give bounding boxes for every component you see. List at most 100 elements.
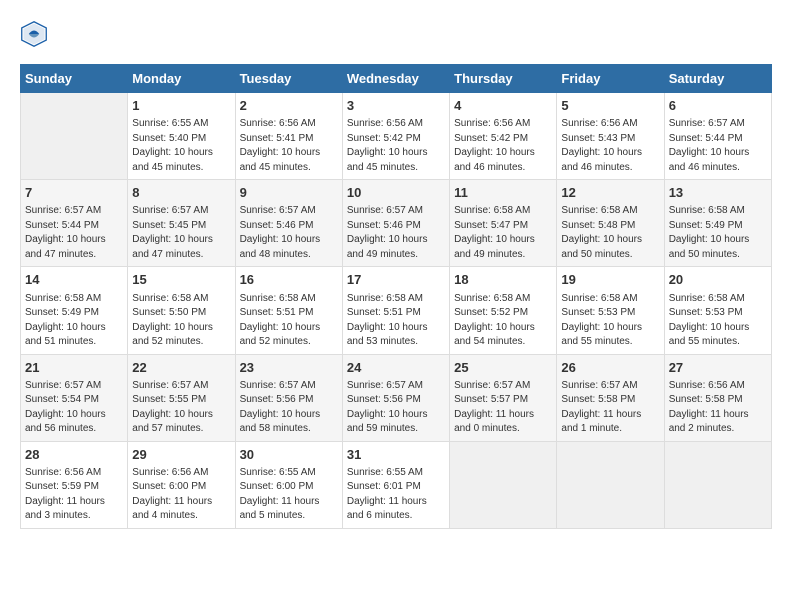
- day-info: Sunrise: 6:55 AM Sunset: 5:40 PM Dayligh…: [132, 117, 230, 175]
- calendar-cell: 21 Sunrise: 6:57 AM Sunset: 5:54 PM Dayli…: [21, 354, 128, 441]
- day-number: 11: [454, 184, 552, 202]
- calendar-cell: 6Sunrise: 6:57 AM Sunset: 5:44 PM Daylig…: [664, 93, 771, 180]
- day-number: 20: [669, 271, 767, 289]
- calendar-cell: 13 Sunrise: 6:58 AM Sunset: 5:49 PM Dayli…: [664, 180, 771, 267]
- calendar-cell: 15Sunrise: 6:58 AM Sunset: 5:50 PM Dayli…: [128, 267, 235, 354]
- day-info: Sunrise: 6:58 AM Sunset: 5:48 PM Dayligh…: [561, 204, 659, 262]
- day-info: Sunrise: 6:58 AM Sunset: 5:51 PM Dayligh…: [347, 292, 445, 350]
- calendar-cell: [21, 93, 128, 180]
- day-number: 25: [454, 359, 552, 377]
- calendar-week-1: 1 Sunrise: 6:55 AM Sunset: 5:40 PM Daylig…: [21, 93, 772, 180]
- day-number: 2: [240, 97, 338, 115]
- day-info: Sunrise: 6:57 AM Sunset: 5:44 PM Dayligh…: [669, 117, 767, 175]
- calendar-cell: 7Sunrise: 6:57 AM Sunset: 5:44 PM Daylig…: [21, 180, 128, 267]
- col-sunday: Sunday: [21, 65, 128, 93]
- calendar-cell: 24 Sunrise: 6:57 AM Sunset: 5:56 PM Dayli…: [342, 354, 449, 441]
- day-number: 5: [561, 97, 659, 115]
- calendar-cell: 5 Sunrise: 6:56 AM Sunset: 5:43 PM Daylig…: [557, 93, 664, 180]
- day-info: Sunrise: 6:58 AM Sunset: 5:50 PM Dayligh…: [132, 292, 230, 350]
- col-tuesday: Tuesday: [235, 65, 342, 93]
- day-info: Sunrise: 6:55 AM Sunset: 6:01 PM Dayligh…: [347, 466, 445, 524]
- day-number: 31: [347, 446, 445, 464]
- col-thursday: Thursday: [450, 65, 557, 93]
- calendar-week-4: 21 Sunrise: 6:57 AM Sunset: 5:54 PM Dayli…: [21, 354, 772, 441]
- day-number: 21: [25, 359, 123, 377]
- calendar-cell: 11 Sunrise: 6:58 AM Sunset: 5:47 PM Dayli…: [450, 180, 557, 267]
- day-info: Sunrise: 6:58 AM Sunset: 5:51 PM Dayligh…: [240, 292, 338, 350]
- day-number: 22: [132, 359, 230, 377]
- calendar-header: Sunday Monday Tuesday Wednesday Thursday…: [21, 65, 772, 93]
- day-info: Sunrise: 6:57 AM Sunset: 5:56 PM Dayligh…: [347, 379, 445, 437]
- col-monday: Monday: [128, 65, 235, 93]
- day-info: Sunrise: 6:56 AM Sunset: 5:42 PM Dayligh…: [454, 117, 552, 175]
- calendar-cell: 20 Sunrise: 6:58 AM Sunset: 5:53 PM Dayli…: [664, 267, 771, 354]
- calendar-cell: 1 Sunrise: 6:55 AM Sunset: 5:40 PM Daylig…: [128, 93, 235, 180]
- day-number: 23: [240, 359, 338, 377]
- day-info: Sunrise: 6:57 AM Sunset: 5:55 PM Dayligh…: [132, 379, 230, 437]
- day-number: 13: [669, 184, 767, 202]
- calendar-cell: 23 Sunrise: 6:57 AM Sunset: 5:56 PM Dayli…: [235, 354, 342, 441]
- calendar-table: Sunday Monday Tuesday Wednesday Thursday…: [20, 64, 772, 529]
- day-info: Sunrise: 6:57 AM Sunset: 5:45 PM Dayligh…: [132, 204, 230, 262]
- calendar-cell: 28 Sunrise: 6:56 AM Sunset: 5:59 PM Dayli…: [21, 441, 128, 528]
- calendar-cell: 29Sunrise: 6:56 AM Sunset: 6:00 PM Dayli…: [128, 441, 235, 528]
- day-info: Sunrise: 6:56 AM Sunset: 5:43 PM Dayligh…: [561, 117, 659, 175]
- calendar-cell: 22 Sunrise: 6:57 AM Sunset: 5:55 PM Dayli…: [128, 354, 235, 441]
- day-number: 16: [240, 271, 338, 289]
- calendar-cell: [450, 441, 557, 528]
- calendar-cell: 18Sunrise: 6:58 AM Sunset: 5:52 PM Dayli…: [450, 267, 557, 354]
- day-info: Sunrise: 6:57 AM Sunset: 5:44 PM Dayligh…: [25, 204, 123, 262]
- day-info: Sunrise: 6:57 AM Sunset: 5:54 PM Dayligh…: [25, 379, 123, 437]
- day-info: Sunrise: 6:56 AM Sunset: 5:42 PM Dayligh…: [347, 117, 445, 175]
- day-info: Sunrise: 6:58 AM Sunset: 5:47 PM Dayligh…: [454, 204, 552, 262]
- calendar-cell: 3 Sunrise: 6:56 AM Sunset: 5:42 PM Daylig…: [342, 93, 449, 180]
- calendar-week-5: 28 Sunrise: 6:56 AM Sunset: 5:59 PM Dayli…: [21, 441, 772, 528]
- calendar-week-3: 14Sunrise: 6:58 AM Sunset: 5:49 PM Dayli…: [21, 267, 772, 354]
- calendar-cell: 19 Sunrise: 6:58 AM Sunset: 5:53 PM Dayli…: [557, 267, 664, 354]
- day-info: Sunrise: 6:56 AM Sunset: 5:58 PM Dayligh…: [669, 379, 767, 437]
- day-number: 19: [561, 271, 659, 289]
- calendar-cell: 26Sunrise: 6:57 AM Sunset: 5:58 PM Dayli…: [557, 354, 664, 441]
- calendar-cell: 14Sunrise: 6:58 AM Sunset: 5:49 PM Dayli…: [21, 267, 128, 354]
- calendar-cell: 30 Sunrise: 6:55 AM Sunset: 6:00 PM Dayli…: [235, 441, 342, 528]
- header-row: Sunday Monday Tuesday Wednesday Thursday…: [21, 65, 772, 93]
- calendar-cell: 27 Sunrise: 6:56 AM Sunset: 5:58 PM Dayli…: [664, 354, 771, 441]
- calendar-body: 1 Sunrise: 6:55 AM Sunset: 5:40 PM Daylig…: [21, 93, 772, 529]
- calendar-cell: 12 Sunrise: 6:58 AM Sunset: 5:48 PM Dayli…: [557, 180, 664, 267]
- calendar-cell: 8 Sunrise: 6:57 AM Sunset: 5:45 PM Daylig…: [128, 180, 235, 267]
- day-info: Sunrise: 6:58 AM Sunset: 5:52 PM Dayligh…: [454, 292, 552, 350]
- day-info: Sunrise: 6:58 AM Sunset: 5:53 PM Dayligh…: [669, 292, 767, 350]
- day-info: Sunrise: 6:57 AM Sunset: 5:57 PM Dayligh…: [454, 379, 552, 437]
- calendar-cell: 2Sunrise: 6:56 AM Sunset: 5:41 PM Daylig…: [235, 93, 342, 180]
- day-number: 30: [240, 446, 338, 464]
- day-number: 24: [347, 359, 445, 377]
- day-number: 3: [347, 97, 445, 115]
- day-number: 9: [240, 184, 338, 202]
- day-info: Sunrise: 6:58 AM Sunset: 5:49 PM Dayligh…: [669, 204, 767, 262]
- day-number: 27: [669, 359, 767, 377]
- calendar-cell: [664, 441, 771, 528]
- day-number: 10: [347, 184, 445, 202]
- day-number: 8: [132, 184, 230, 202]
- col-friday: Friday: [557, 65, 664, 93]
- day-number: 17: [347, 271, 445, 289]
- day-number: 26: [561, 359, 659, 377]
- day-info: Sunrise: 6:57 AM Sunset: 5:56 PM Dayligh…: [240, 379, 338, 437]
- day-info: Sunrise: 6:58 AM Sunset: 5:49 PM Dayligh…: [25, 292, 123, 350]
- day-info: Sunrise: 6:55 AM Sunset: 6:00 PM Dayligh…: [240, 466, 338, 524]
- col-saturday: Saturday: [664, 65, 771, 93]
- page-header: [20, 20, 772, 48]
- calendar-cell: 4Sunrise: 6:56 AM Sunset: 5:42 PM Daylig…: [450, 93, 557, 180]
- calendar-cell: 16 Sunrise: 6:58 AM Sunset: 5:51 PM Dayli…: [235, 267, 342, 354]
- col-wednesday: Wednesday: [342, 65, 449, 93]
- day-info: Sunrise: 6:57 AM Sunset: 5:46 PM Dayligh…: [347, 204, 445, 262]
- day-info: Sunrise: 6:57 AM Sunset: 5:46 PM Dayligh…: [240, 204, 338, 262]
- day-number: 12: [561, 184, 659, 202]
- day-info: Sunrise: 6:56 AM Sunset: 5:59 PM Dayligh…: [25, 466, 123, 524]
- day-number: 1: [132, 97, 230, 115]
- calendar-week-2: 7Sunrise: 6:57 AM Sunset: 5:44 PM Daylig…: [21, 180, 772, 267]
- calendar-cell: [557, 441, 664, 528]
- day-number: 28: [25, 446, 123, 464]
- day-info: Sunrise: 6:58 AM Sunset: 5:53 PM Dayligh…: [561, 292, 659, 350]
- calendar-cell: 10 Sunrise: 6:57 AM Sunset: 5:46 PM Dayli…: [342, 180, 449, 267]
